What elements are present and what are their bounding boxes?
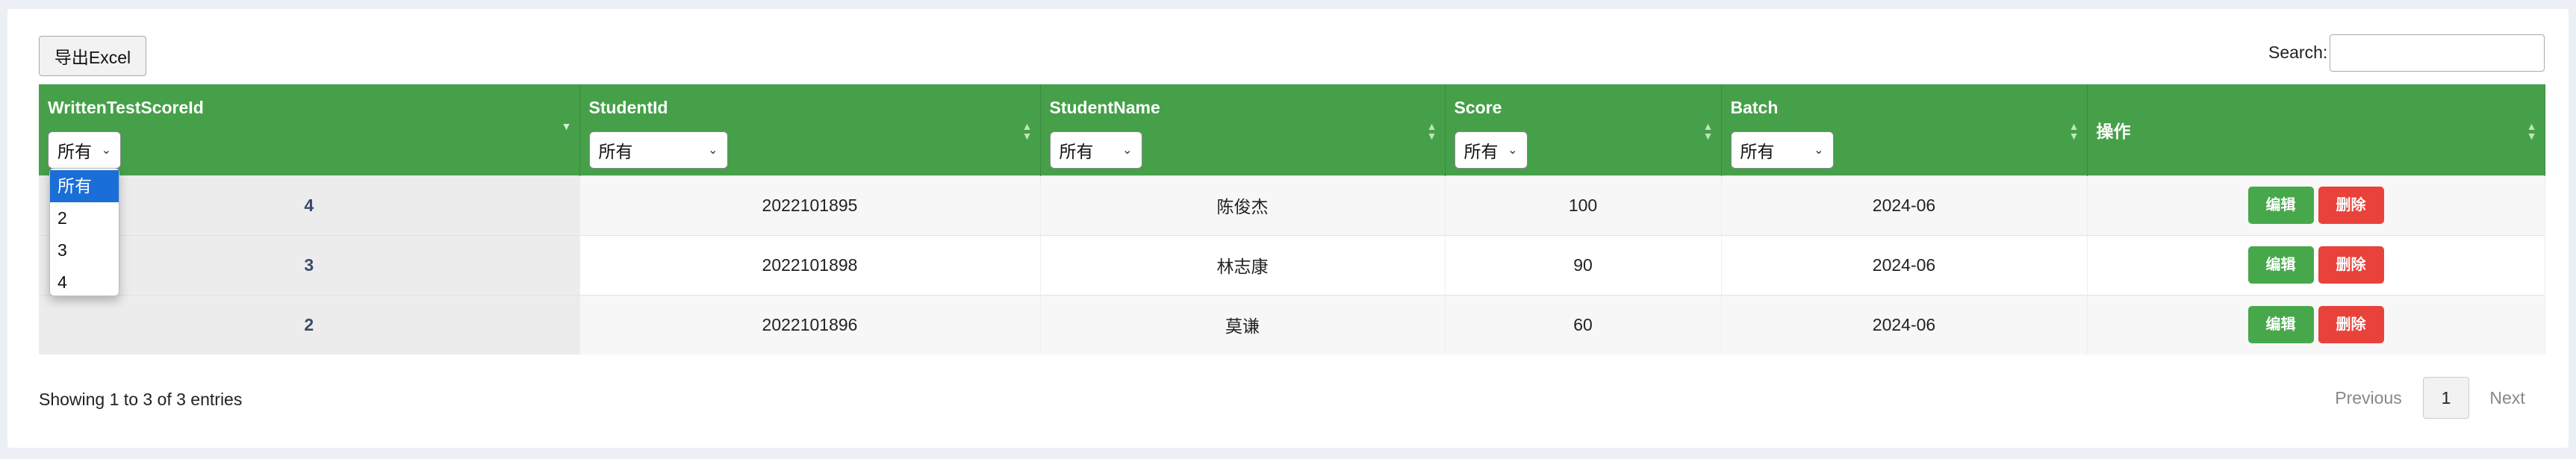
column-header-studentid[interactable]: StudentId ▲ ▼ 所有 ⌄ [579,84,1041,175]
chevron-down-icon: ⌄ [708,144,718,157]
dropdown-option[interactable]: 2 [50,202,119,234]
delete-button[interactable]: 删除 [2318,187,2384,224]
cell-score: 90 [1445,234,1722,295]
cell-writtentestscoreid: 4 [39,175,580,235]
filter-value: 所有 [1463,142,1499,161]
dropdown-option[interactable]: 4 [50,266,119,299]
table-info: Showing 1 to 3 of 3 entries [39,390,243,409]
sort-icon: ▲ ▼ [1702,120,1714,142]
filter-value: 所有 [57,142,92,161]
search-input[interactable] [2330,34,2545,72]
cell-score: 100 [1445,175,1722,235]
chevron-down-icon: ⌄ [1814,144,1824,157]
cell-score: 60 [1445,294,1722,355]
column-label: StudentId [588,98,668,117]
column-label: WrittenTestScoreId [48,98,204,117]
chevron-down-icon: ⌄ [1508,144,1518,157]
sort-icon: ▲ ▼ [2526,120,2537,142]
column-header-actions[interactable]: 操作 ▲ ▼ [2087,84,2545,175]
edit-button[interactable]: 编辑 [2247,246,2314,284]
column-label: 操作 [2096,121,2131,141]
filter-select-batch[interactable]: 所有 ⌄ [1730,131,1834,169]
sort-icon: ▲ ▼ [1426,120,1437,142]
cell-studentname: 陈俊杰 [1040,175,1446,235]
delete-button[interactable]: 删除 [2318,306,2384,343]
dropdown-option[interactable]: 3 [50,234,119,266]
cell-actions: 编辑 删除 [2087,294,2545,355]
sort-icon: ▲ ▼ [1021,120,1033,142]
cell-actions: 编辑 删除 [2087,175,2545,235]
edit-button[interactable]: 编辑 [2247,187,2314,224]
cell-batch: 2024-06 [1721,234,2088,295]
cell-batch: 2024-06 [1721,175,2088,235]
column-label: Batch [1730,98,1779,117]
column-header-writtentestscoreid[interactable]: WrittenTestScoreId ▼ 所有 ⌄ [39,84,580,175]
cell-studentname: 莫谦 [1040,294,1446,355]
cell-studentid: 2022101898 [579,234,1041,295]
table-header-row: WrittenTestScoreId ▼ 所有 ⌄ StudentId ▲ ▼ 所… [39,84,2545,175]
previous-page-button[interactable]: Previous [2324,377,2413,419]
filter-select-studentname[interactable]: 所有 ⌄ [1049,131,1142,169]
dropdown-option[interactable]: 所有 [50,170,119,202]
cell-batch: 2024-06 [1721,294,2088,355]
filter-value: 所有 [1059,142,1094,161]
filter-select-writtentestscoreid[interactable]: 所有 ⌄ [48,131,121,169]
column-header-studentname[interactable]: StudentName ▲ ▼ 所有 ⌄ [1040,84,1446,175]
column-header-batch[interactable]: Batch ▲ ▼ 所有 ⌄ [1721,84,2088,175]
cell-studentid: 2022101895 [579,175,1041,235]
column-label: StudentName [1049,98,1160,117]
cell-studentname: 林志康 [1040,234,1446,295]
sort-icon: ▲ ▼ [2068,120,2079,142]
table-row: 2 2022101896 莫谦 60 2024-06 编辑 删除 [39,294,2545,355]
chevron-down-icon: ⌄ [101,144,111,157]
edit-button[interactable]: 编辑 [2247,306,2314,343]
search-label: Search: [2268,43,2328,62]
column-header-score[interactable]: Score ▲ ▼ 所有 ⌄ [1445,84,1722,175]
cell-writtentestscoreid: 2 [39,294,580,355]
cell-writtentestscoreid: 3 [39,234,580,295]
filter-select-studentid[interactable]: 所有 ⌄ [588,131,728,169]
scores-table: WrittenTestScoreId ▼ 所有 ⌄ StudentId ▲ ▼ 所… [39,84,2545,355]
chevron-down-icon: ⌄ [1122,144,1133,157]
filter-select-score[interactable]: 所有 ⌄ [1454,131,1528,169]
column-label: Score [1454,98,1502,117]
cell-studentid: 2022101896 [579,294,1041,355]
page-1-button[interactable]: 1 [2423,377,2469,419]
filter-value: 所有 [598,142,633,161]
export-excel-button[interactable]: 导出Excel [39,36,146,76]
filter-value: 所有 [1740,142,1775,161]
filter-dropdown-menu: 所有 2 3 4 [49,168,119,296]
table-row: 4 2022101895 陈俊杰 100 2024-06 编辑 删除 [39,175,2545,235]
sort-desc-icon: ▼ [561,120,572,132]
cell-actions: 编辑 删除 [2087,234,2545,295]
next-page-button[interactable]: Next [2480,377,2534,419]
table-row: 3 2022101898 林志康 90 2024-06 编辑 删除 [39,234,2545,295]
delete-button[interactable]: 删除 [2318,246,2384,284]
